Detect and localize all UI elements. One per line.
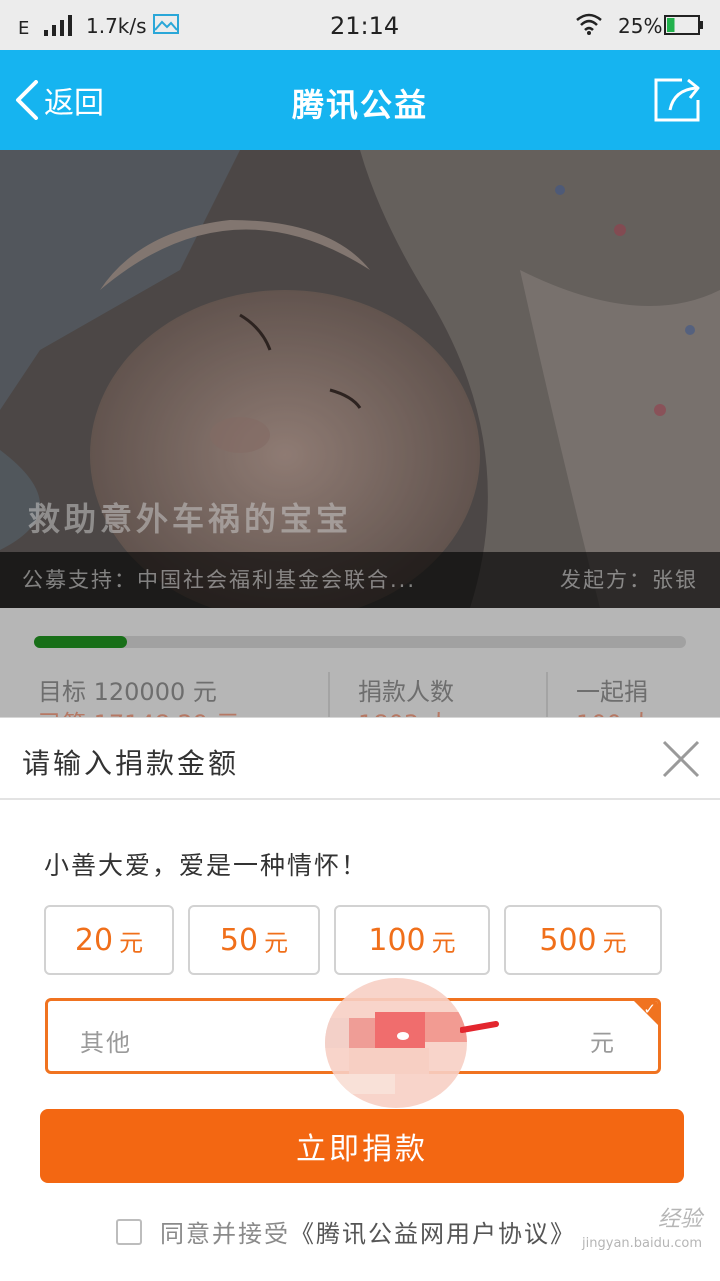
- custom-amount-placeholder: 其他: [80, 1029, 132, 1057]
- divider: [328, 672, 330, 722]
- amount-option-500[interactable]: 500 元: [504, 905, 662, 975]
- amount-unit: 元: [264, 928, 289, 957]
- back-button[interactable]: 返回: [14, 80, 104, 121]
- progress-fill: [34, 636, 128, 648]
- network-speed: 1.7k/s: [86, 14, 147, 38]
- amount-option-100[interactable]: 100 元: [334, 905, 490, 975]
- divider: [546, 672, 548, 722]
- project-title: 救助意外车祸的宝宝: [28, 500, 353, 538]
- nav-bar: 返回 腾讯公益: [0, 50, 720, 150]
- watermark: 经验 jingyan.baidu.com: [582, 1208, 702, 1256]
- amount-unit: 元: [431, 928, 456, 957]
- amount-option-20[interactable]: 20 元: [44, 905, 174, 975]
- donate-now-button[interactable]: 立即捐款: [40, 1109, 684, 1183]
- amount-value: 20: [74, 922, 114, 958]
- target-amount: 目标 120000 元: [38, 678, 217, 706]
- amount-unit: 元: [119, 928, 144, 957]
- custom-amount-unit: 元: [590, 1029, 614, 1057]
- agreement-row: 同意并接受《腾讯公益网用户协议》: [116, 1214, 576, 1249]
- pen-stroke: [460, 1021, 499, 1033]
- battery-percent: 25%: [618, 14, 663, 38]
- battery-icon: [664, 15, 703, 35]
- agree-checkbox[interactable]: [116, 1218, 142, 1245]
- watermark-text: 经验: [657, 1207, 702, 1232]
- back-label: 返回: [44, 86, 104, 121]
- agree-label: 同意并接受: [160, 1220, 290, 1248]
- network-type: E: [18, 18, 30, 39]
- signal-icon: [44, 15, 72, 36]
- amount-value: 100: [368, 922, 426, 958]
- wifi-icon: [576, 13, 602, 35]
- amount-value: 50: [219, 922, 259, 958]
- progress-bar: [34, 636, 686, 648]
- clock: 21:14: [330, 12, 400, 40]
- close-icon[interactable]: [660, 738, 702, 780]
- check-icon: ✓: [643, 1000, 656, 1018]
- gallery-icon: [153, 14, 179, 34]
- sheet-title: 请输入捐款金额: [22, 747, 240, 780]
- together-label: 一起捐: [576, 678, 648, 706]
- amount-unit: 元: [602, 928, 627, 957]
- chevron-left-icon: [16, 80, 38, 120]
- donors-label: 捐款人数: [358, 678, 454, 706]
- page-title: 腾讯公益: [291, 86, 428, 124]
- amount-option-50[interactable]: 50 元: [188, 905, 320, 975]
- agreement-link[interactable]: 《腾讯公益网用户协议》: [290, 1220, 576, 1248]
- project-initiator: 发起方：张银: [560, 568, 698, 592]
- fundraising-support: 公募支持：中国社会福利基金会联合...: [22, 568, 417, 592]
- slogan: 小善大爱，爱是一种情怀！: [44, 851, 369, 880]
- project-stats: 目标 120000 元 已筹 17148.29 元 捐款人数 1803 人 一起…: [0, 608, 720, 738]
- touch-blur-overlay: [325, 978, 467, 1108]
- project-banner[interactable]: 救助意外车祸的宝宝 公募支持：中国社会福利基金会联合... 发起方：张银: [0, 150, 720, 608]
- donation-sheet: 请输入捐款金额 小善大爱，爱是一种情怀！ 20 元 50 元 100 元 500…: [0, 717, 720, 1281]
- amount-value: 500: [539, 922, 597, 958]
- divider: [0, 798, 720, 800]
- status-bar: E 1.7k/s 21:14 25%: [0, 0, 720, 50]
- watermark-subtext: jingyan.baidu.com: [582, 1236, 702, 1251]
- share-icon[interactable]: [652, 76, 704, 124]
